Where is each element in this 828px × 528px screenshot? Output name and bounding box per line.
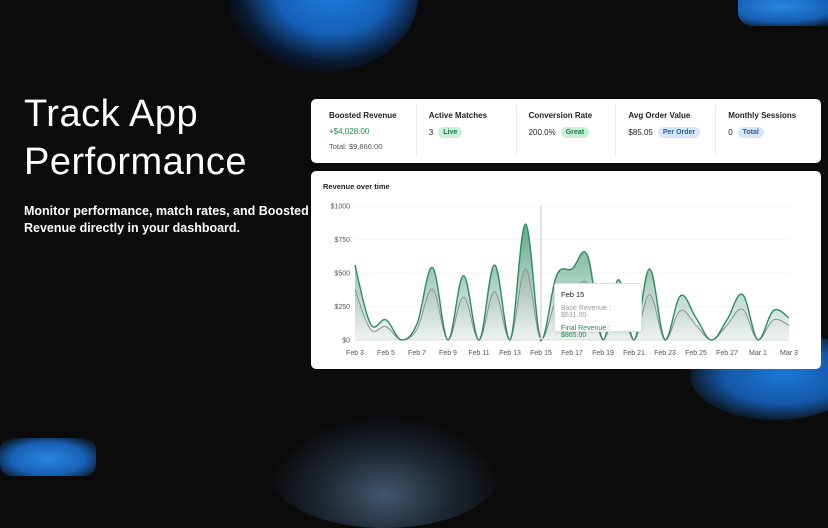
y-tick-label: $500 xyxy=(334,271,350,278)
stat-value: $85.05 xyxy=(628,128,653,137)
x-tick-label: Feb 17 xyxy=(561,350,583,357)
stat-monthly-sessions: Monthly Sessions 0 Total xyxy=(716,105,815,157)
chart-tooltip: Feb 15 Base Revenue : $531.00 Final Reve… xyxy=(554,283,642,339)
stat-value: 0 xyxy=(728,128,733,137)
x-tick-label: Feb 3 xyxy=(346,350,364,357)
stat-conversion-rate: Conversion Rate 200.0% Great xyxy=(517,105,617,157)
grey-glow-bottom xyxy=(270,418,500,528)
status-badge-great: Great xyxy=(560,127,590,138)
stat-value: +$4,028.00 xyxy=(329,127,370,136)
stat-label: Boosted Revenue xyxy=(329,111,397,120)
stat-label: Monthly Sessions xyxy=(728,111,797,120)
x-tick-label: Feb 9 xyxy=(439,350,457,357)
tooltip-date: Feb 15 xyxy=(561,290,585,299)
status-badge-per-order: Per Order xyxy=(657,127,701,138)
tooltip-final-revenue: Final Revenue : $865.00 xyxy=(561,325,611,339)
x-tick-label: Mar 1 xyxy=(749,350,767,357)
x-tick-label: Feb 7 xyxy=(408,350,426,357)
revenue-chart[interactable]: $0 $250 $500 $750 $1000 Feb 3 Feb 5 Feb 7 Feb 9 F… xyxy=(311,171,821,369)
stat-label: Conversion Rate xyxy=(528,111,593,120)
y-tick-label: $0 xyxy=(342,338,350,345)
stat-active-matches: Active Matches 3 Live xyxy=(417,105,517,157)
x-tick-label: Mar 3 xyxy=(780,350,798,357)
x-tick-label: Feb 5 xyxy=(377,350,395,357)
y-tick-label: $750 xyxy=(334,237,350,244)
hero-title: Track App Performance xyxy=(24,90,247,186)
x-tick-label: Feb 15 xyxy=(530,350,552,357)
hero-subtitle: Monitor performance, match rates, and Bo… xyxy=(24,204,309,235)
blue-glow-bottom-left xyxy=(0,438,96,476)
hero-title-line2: Performance xyxy=(24,141,248,183)
stat-value: 200.0% xyxy=(528,128,556,137)
stat-boosted-revenue: Boosted Revenue +$4,028.00 Total: $9,866… xyxy=(317,105,417,157)
status-badge-live: Live xyxy=(438,127,463,138)
y-tick-label: $1000 xyxy=(331,204,351,211)
x-tick-label: Feb 23 xyxy=(654,350,676,357)
hero-title-line1: Track App xyxy=(24,93,199,135)
stat-value: 3 xyxy=(428,128,434,137)
x-tick-label: Feb 19 xyxy=(592,350,614,357)
stat-label: Avg Order Value xyxy=(628,111,691,120)
y-tick-label: $250 xyxy=(334,304,350,311)
tooltip-base-revenue: Base Revenue : $531.00 xyxy=(561,305,611,319)
blue-glow-top xyxy=(228,0,418,72)
x-tick-label: Feb 11 xyxy=(468,350,489,357)
x-tick-label: Feb 21 xyxy=(623,350,645,357)
revenue-chart-card: Revenue over time $0 $250 $500 $750 $1000 Feb… xyxy=(311,171,821,369)
stat-subtext: Total: $9,866.00 xyxy=(329,142,383,151)
x-tick-label: Feb 27 xyxy=(716,350,738,357)
stat-avg-order-value: Avg Order Value $85.05 Per Order xyxy=(616,105,717,157)
x-tick-label: Feb 25 xyxy=(685,350,707,357)
blue-glow-top-right xyxy=(738,0,828,26)
stat-label: Active Matches xyxy=(428,111,488,120)
base-revenue-point xyxy=(538,337,544,343)
status-badge-total: Total xyxy=(737,127,764,138)
stats-card: Boosted Revenue +$4,028.00 Total: $9,866… xyxy=(311,99,821,163)
x-tick-label: Feb 13 xyxy=(499,350,521,357)
